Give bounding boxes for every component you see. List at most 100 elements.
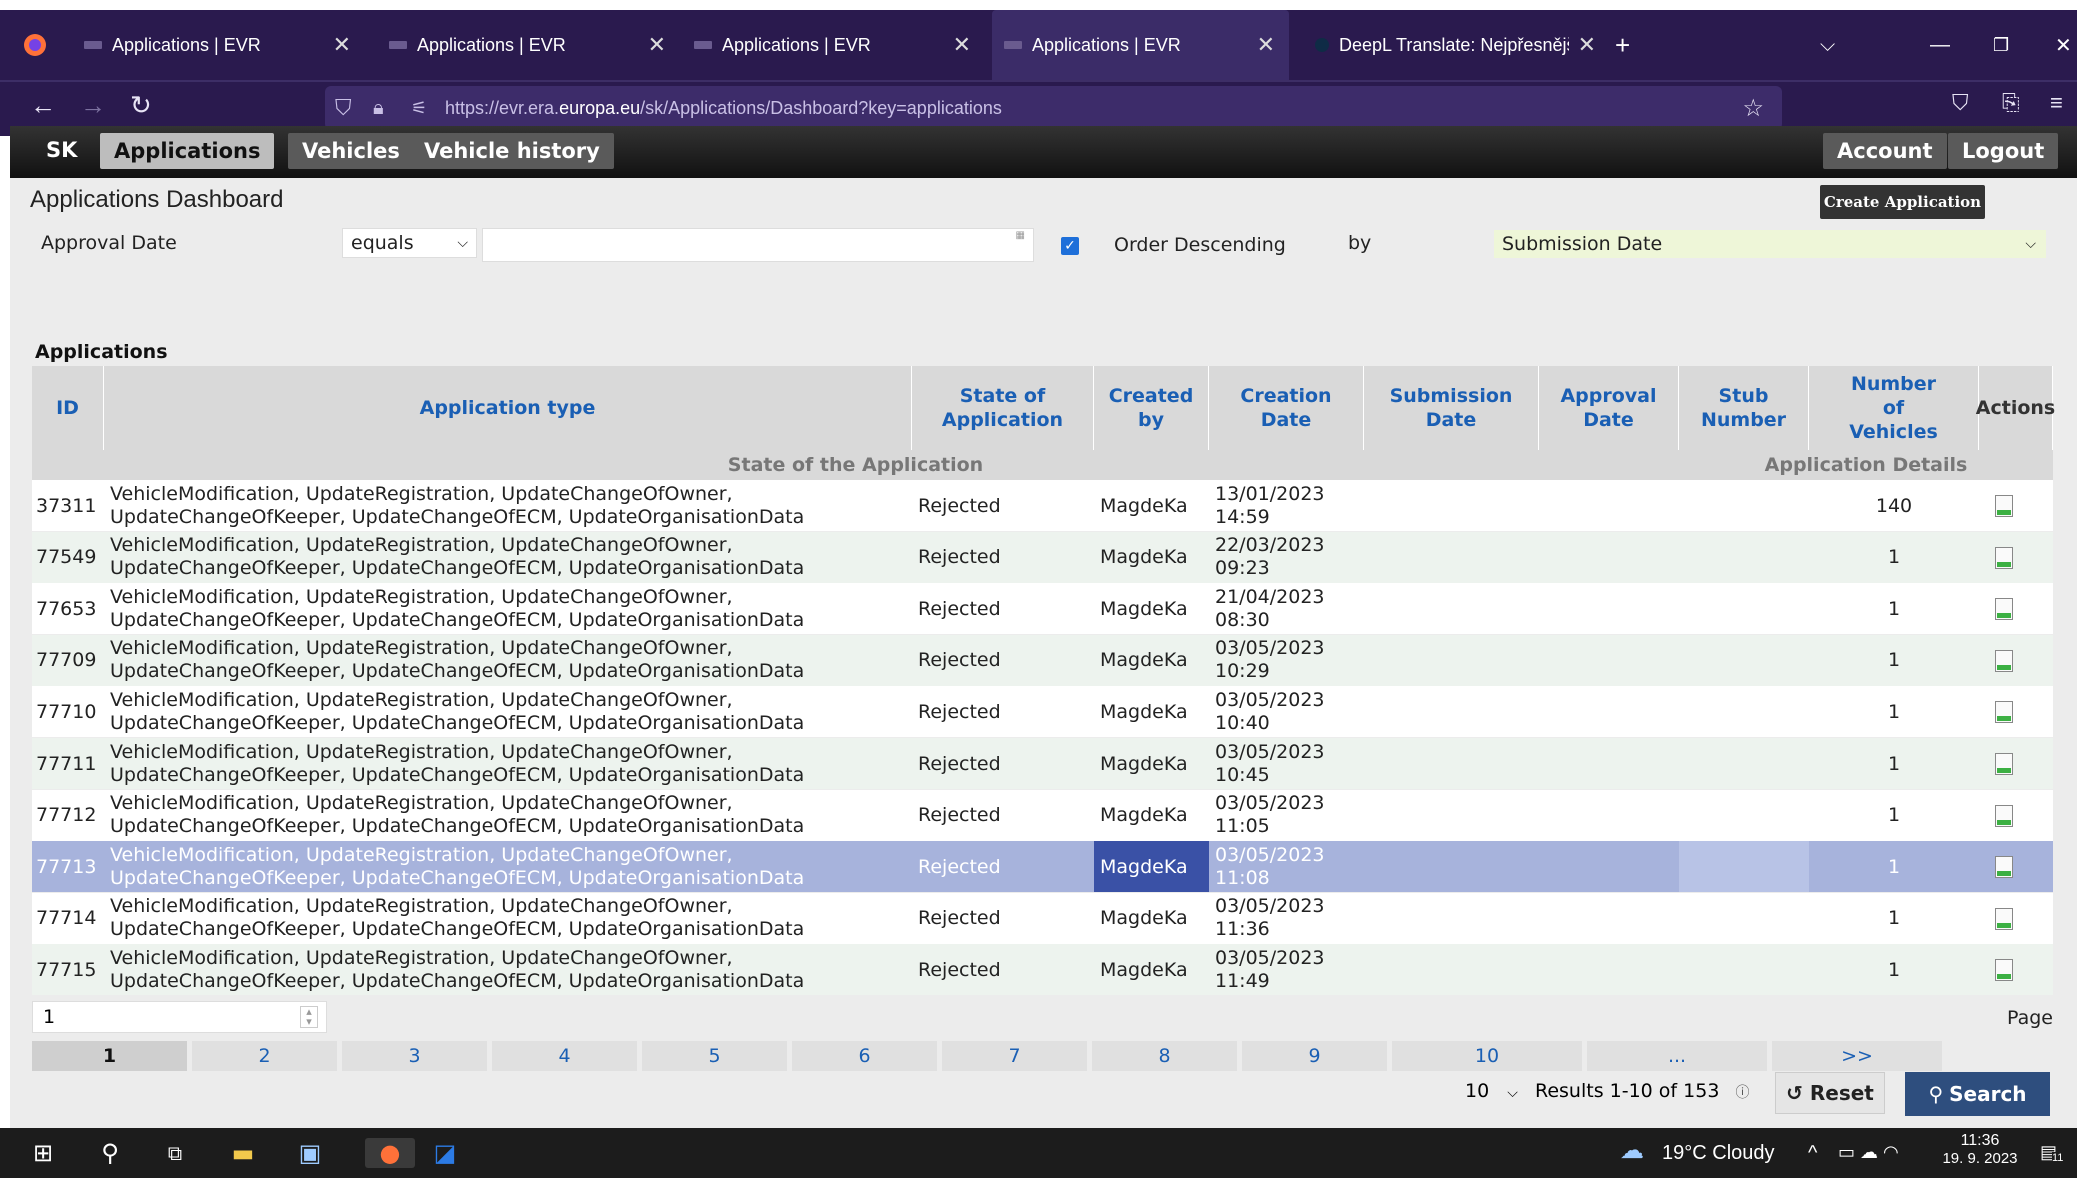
order-descending-checkbox[interactable]: ✓	[1061, 237, 1079, 255]
minimize-icon[interactable]: —	[1930, 10, 1950, 80]
page-link[interactable]: 10	[1392, 1041, 1582, 1071]
store-icon[interactable]: ▣	[295, 1138, 325, 1168]
page-link[interactable]: 8	[1092, 1041, 1237, 1071]
page-link-current[interactable]: 1	[32, 1041, 187, 1071]
document-icon[interactable]	[1995, 753, 2013, 775]
table-row[interactable]: 77714 VehicleModification, UpdateRegistra…	[32, 892, 2053, 944]
close-tab-icon[interactable]: ✕	[953, 32, 971, 58]
notifications-icon[interactable]: ▤ 11	[2040, 1142, 2064, 1164]
page-number-input[interactable]: 1 ▴ ▾	[32, 1001, 327, 1033]
bookmark-star-icon[interactable]: ☆	[1742, 94, 1764, 123]
nav-vehicles[interactable]: Vehicles	[288, 133, 414, 169]
document-icon[interactable]	[1995, 546, 2013, 569]
page-link[interactable]: 3	[342, 1041, 487, 1071]
table-row[interactable]: 77710 VehicleModification, UpdateRegistra…	[32, 686, 2053, 738]
filter-value-input[interactable]: ▦	[482, 228, 1034, 262]
col-created-by-header[interactable]: Created by	[1094, 366, 1209, 450]
search-button[interactable]: ⚲ Search	[1905, 1072, 2050, 1116]
cell-stub	[1679, 944, 1809, 995]
col-stub-header[interactable]: Stub Number	[1679, 366, 1809, 450]
extensions-icon[interactable]: ⎘	[2002, 90, 2020, 116]
reload-icon[interactable]: ↻	[130, 90, 152, 121]
col-submission-date-header[interactable]: Submission Date	[1364, 366, 1539, 450]
lock-icon[interactable]: 🔒︎	[373, 97, 384, 120]
table-row[interactable]: 77713 VehicleModification, UpdateRegistra…	[32, 841, 2053, 893]
page-link[interactable]: 4	[492, 1041, 637, 1071]
filter-operator-select[interactable]: equals ⌵	[342, 228, 477, 258]
permissions-icon[interactable]: ⚟	[411, 98, 427, 119]
file-explorer-icon[interactable]: ▬	[228, 1138, 258, 1168]
table-row[interactable]: 77653 VehicleModification, UpdateRegistra…	[32, 583, 2053, 635]
search-icon[interactable]: ⚲	[95, 1138, 125, 1168]
document-icon[interactable]	[1995, 495, 2013, 517]
page-link[interactable]: >>	[1772, 1041, 1942, 1071]
weather-text[interactable]: 19°C Cloudy	[1662, 1142, 1775, 1165]
nav-applications[interactable]: Applications	[100, 133, 275, 169]
document-icon[interactable]	[1995, 804, 2013, 827]
col-vehicles-header[interactable]: Number of Vehicles	[1809, 366, 1979, 450]
close-tab-icon[interactable]: ✕	[1257, 32, 1275, 58]
spinner-icon[interactable]: ▴ ▾	[300, 1006, 318, 1028]
tray-apps-icon[interactable]: ▭ ☁ ◠	[1838, 1142, 1899, 1163]
browser-tab[interactable]: Applications | EVR ✕	[375, 10, 680, 80]
chevron-down-icon[interactable]: ⌵	[1820, 10, 1835, 80]
close-window-icon[interactable]: ✕	[2055, 10, 2072, 80]
document-icon[interactable]	[1995, 598, 2013, 621]
firefox-icon[interactable]	[22, 10, 52, 80]
firefox-taskbar-icon[interactable]: ●	[365, 1138, 415, 1168]
browser-tab[interactable]: Applications | EVR ✕	[680, 10, 985, 80]
page-link[interactable]: ...	[1587, 1041, 1767, 1071]
col-type-header[interactable]: Application type	[104, 366, 912, 450]
clock[interactable]: 11:36 19. 9. 2023	[1940, 1132, 2020, 1167]
table-row[interactable]: 77711 VehicleModification, UpdateRegistra…	[32, 738, 2053, 789]
order-by-select[interactable]: Submission Date ⌵	[1494, 230, 2046, 258]
table-row[interactable]: 77712 VehicleModification, UpdateRegistra…	[32, 789, 2053, 841]
back-icon[interactable]: ←	[30, 90, 56, 121]
col-approval-date-header[interactable]: Approval Date	[1539, 366, 1679, 450]
browser-tab[interactable]: DeepL Translate: Nejpřesnější p ✕	[1305, 10, 1610, 80]
shield-icon[interactable]: ⛉	[335, 95, 352, 121]
language-code[interactable]: SK	[46, 138, 77, 162]
restore-icon[interactable]: ❐	[1993, 10, 2009, 80]
browser-tab-active[interactable]: Applications | EVR ✕	[992, 10, 1289, 80]
table-row[interactable]: 77715 VehicleModification, UpdateRegistra…	[32, 944, 2053, 996]
forward-icon[interactable]: →	[80, 90, 106, 121]
table-row[interactable]: 77709 VehicleModification, UpdateRegistra…	[32, 634, 2053, 686]
document-icon[interactable]	[1995, 701, 2013, 724]
menu-icon[interactable]: ≡	[2050, 90, 2063, 116]
info-icon[interactable]: ⓘ	[1735, 1085, 1749, 1101]
logout-button[interactable]: Logout	[1948, 133, 2059, 169]
browser-tab[interactable]: Applications | EVR ✕	[70, 10, 365, 80]
calendar-icon[interactable]: ▦	[1016, 230, 1025, 241]
tray-chevron-icon[interactable]: ^	[1808, 1142, 1817, 1165]
close-tab-icon[interactable]: ✕	[648, 32, 666, 58]
document-icon[interactable]	[1995, 907, 2013, 930]
account-button[interactable]: Account	[1823, 133, 1947, 169]
table-row[interactable]: 77549 VehicleModification, UpdateRegistra…	[32, 531, 2053, 583]
document-icon[interactable]	[1995, 856, 2013, 879]
pocket-icon[interactable]: ⛉	[1952, 90, 1969, 116]
page-link[interactable]: 9	[1242, 1041, 1387, 1071]
nav-vehicle-history[interactable]: Vehicle history	[410, 133, 614, 169]
col-id-header[interactable]: ID	[32, 366, 104, 450]
col-creation-date-header[interactable]: Creation Date	[1209, 366, 1364, 450]
document-icon[interactable]	[1995, 959, 2013, 982]
task-view-icon[interactable]: ⧉	[160, 1138, 190, 1168]
reset-button[interactable]: ↺ Reset	[1775, 1072, 1885, 1114]
close-tab-icon[interactable]: ✕	[1578, 32, 1596, 58]
page-link[interactable]: 5	[642, 1041, 787, 1071]
outlook-icon[interactable]: ◪	[430, 1138, 460, 1168]
cell-stub	[1679, 480, 1809, 531]
address-bar[interactable]: ⛉ 🔒︎ ⚟ https://evr.era.europa.eu/sk/Appl…	[325, 86, 1782, 130]
create-application-button[interactable]: Create Application	[1820, 185, 1985, 219]
document-icon[interactable]	[1995, 649, 2013, 672]
page-size-select[interactable]: 10 ⌵	[1465, 1080, 1518, 1102]
page-link[interactable]: 2	[192, 1041, 337, 1071]
page-link[interactable]: 6	[792, 1041, 937, 1071]
page-link[interactable]: 7	[942, 1041, 1087, 1071]
windows-start-icon[interactable]: ⊞	[28, 1138, 58, 1168]
new-tab-icon[interactable]: +	[1615, 10, 1630, 80]
col-state-header[interactable]: State of Application	[912, 366, 1094, 450]
table-row[interactable]: 37311 VehicleModification, UpdateRegistra…	[32, 480, 2053, 531]
close-tab-icon[interactable]: ✕	[333, 32, 351, 58]
